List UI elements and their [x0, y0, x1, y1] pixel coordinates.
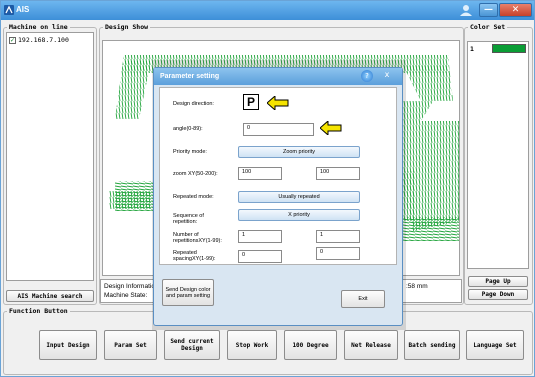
send-color-param-button[interactable]: Send Design color and param setting	[162, 279, 214, 306]
send-current-design-button[interactable]: Send current Design	[164, 330, 220, 360]
direction-arrow-icon	[267, 96, 289, 110]
sequence-label-line2: repetition:	[173, 219, 198, 225]
color-set-legend: Color Set	[470, 23, 506, 31]
machine-list-item[interactable]: ✓ 192.168.7.100	[9, 36, 69, 44]
machine-search-label: AIS Machine search	[17, 292, 83, 300]
machine-state-label: Machine State:	[104, 292, 148, 299]
exit-label: Exit	[358, 296, 368, 302]
design-size-text: :58 mm	[406, 283, 428, 290]
spacing-label-line2: spacingXY(1-99):	[173, 256, 216, 262]
spacing-label: Repeated spacingXY(1-99):	[173, 250, 216, 262]
repeated-mode-label: Repeated mode:	[173, 194, 214, 200]
send-current-label-2: Design	[181, 345, 203, 352]
language-set-label: Language Set	[473, 341, 517, 349]
exit-button[interactable]: Exit	[341, 290, 385, 308]
machine-ip: 192.168.7.100	[18, 36, 69, 44]
language-set-button[interactable]: Language Set	[466, 330, 524, 360]
minimize-button[interactable]: —	[479, 3, 498, 17]
color-swatch[interactable]	[492, 44, 526, 53]
angle-arrow-icon	[320, 121, 342, 135]
title-bar: AIS — ✕	[1, 1, 534, 20]
angle-input[interactable]: 0	[243, 123, 314, 136]
priority-mode-button[interactable]: Zoom priority	[238, 146, 360, 158]
repetitions-label-line2: repetitionsXY(1-99):	[173, 238, 222, 244]
spacing-x-input[interactable]: 0	[238, 250, 282, 263]
page-down-label: Page Down	[481, 291, 515, 298]
design-show-legend: Design Show	[105, 23, 149, 31]
page-down-button[interactable]: Page Down	[468, 289, 528, 300]
batch-sending-button[interactable]: Batch sending	[404, 330, 460, 360]
app-window: AIS — ✕ Machine on line ✓ 192.168.7.100 …	[0, 0, 535, 377]
help-icon[interactable]: ?	[361, 70, 373, 82]
send-current-label-1: Send current	[170, 338, 214, 345]
batch-sending-label: Batch sending	[408, 341, 456, 349]
design-direction-label: Design direction:	[173, 101, 214, 107]
stop-work-label: Stop Work	[235, 341, 269, 349]
machine-checkbox[interactable]: ✓	[9, 36, 16, 44]
degree-100-button[interactable]: 100 Degree	[284, 330, 337, 360]
repetitions-y-input[interactable]: 1	[316, 230, 360, 243]
close-window-button[interactable]: ✕	[499, 3, 532, 17]
sequence-button[interactable]: X priority	[238, 209, 360, 221]
window-title: AIS	[16, 5, 30, 14]
stop-work-button[interactable]: Stop Work	[227, 330, 277, 360]
repetitions-x-input[interactable]: 1	[238, 230, 282, 243]
page-up-button[interactable]: Page Up	[468, 276, 528, 287]
function-legend: Function Button	[9, 307, 68, 315]
direction-button[interactable]: P	[243, 94, 259, 110]
priority-mode-label: Priority mode:	[173, 149, 207, 155]
design-info-label: Design Informatio	[104, 283, 155, 290]
zoom-x-input[interactable]: 100	[238, 167, 282, 180]
param-set-label: Param Set	[114, 341, 147, 349]
dialog-body: Design direction: P angle(0-89): 0 Prior…	[159, 87, 397, 265]
zoom-y-input[interactable]: 100	[316, 167, 360, 180]
input-design-label: Input Design	[46, 341, 90, 349]
color-index: 1	[470, 45, 474, 53]
zoom-label: zoom XY(50-200):	[173, 171, 218, 177]
app-logo-icon	[4, 5, 14, 15]
dialog-close-button[interactable]: x	[376, 69, 398, 81]
repeated-mode-button[interactable]: Usually repeated	[238, 191, 360, 203]
repetitions-label: Number of repetitionsXY(1-99):	[173, 232, 222, 244]
page-up-label: Page Up	[485, 278, 511, 285]
machine-list[interactable]: ✓ 192.168.7.100	[6, 32, 94, 281]
user-icon[interactable]	[459, 4, 473, 16]
machine-online-legend: Machine on line	[9, 23, 68, 31]
degree-100-label: 100 Degree	[292, 341, 329, 349]
net-release-button[interactable]: Net Release	[344, 330, 398, 360]
param-set-button[interactable]: Param Set	[104, 330, 157, 360]
send-color-label-2: and param setting	[165, 292, 211, 299]
machine-search-button[interactable]: AIS Machine search	[6, 290, 94, 302]
sequence-label: Sequence of repetition:	[173, 213, 204, 225]
input-design-button[interactable]: Input Design	[39, 330, 97, 360]
angle-label: angle(0-89):	[173, 126, 203, 132]
net-release-label: Net Release	[351, 341, 391, 349]
spacing-y-input[interactable]: 0	[316, 247, 360, 260]
color-list[interactable]: 1	[467, 41, 529, 269]
parameter-dialog: Parameter setting ? x Design direction: …	[153, 67, 403, 326]
